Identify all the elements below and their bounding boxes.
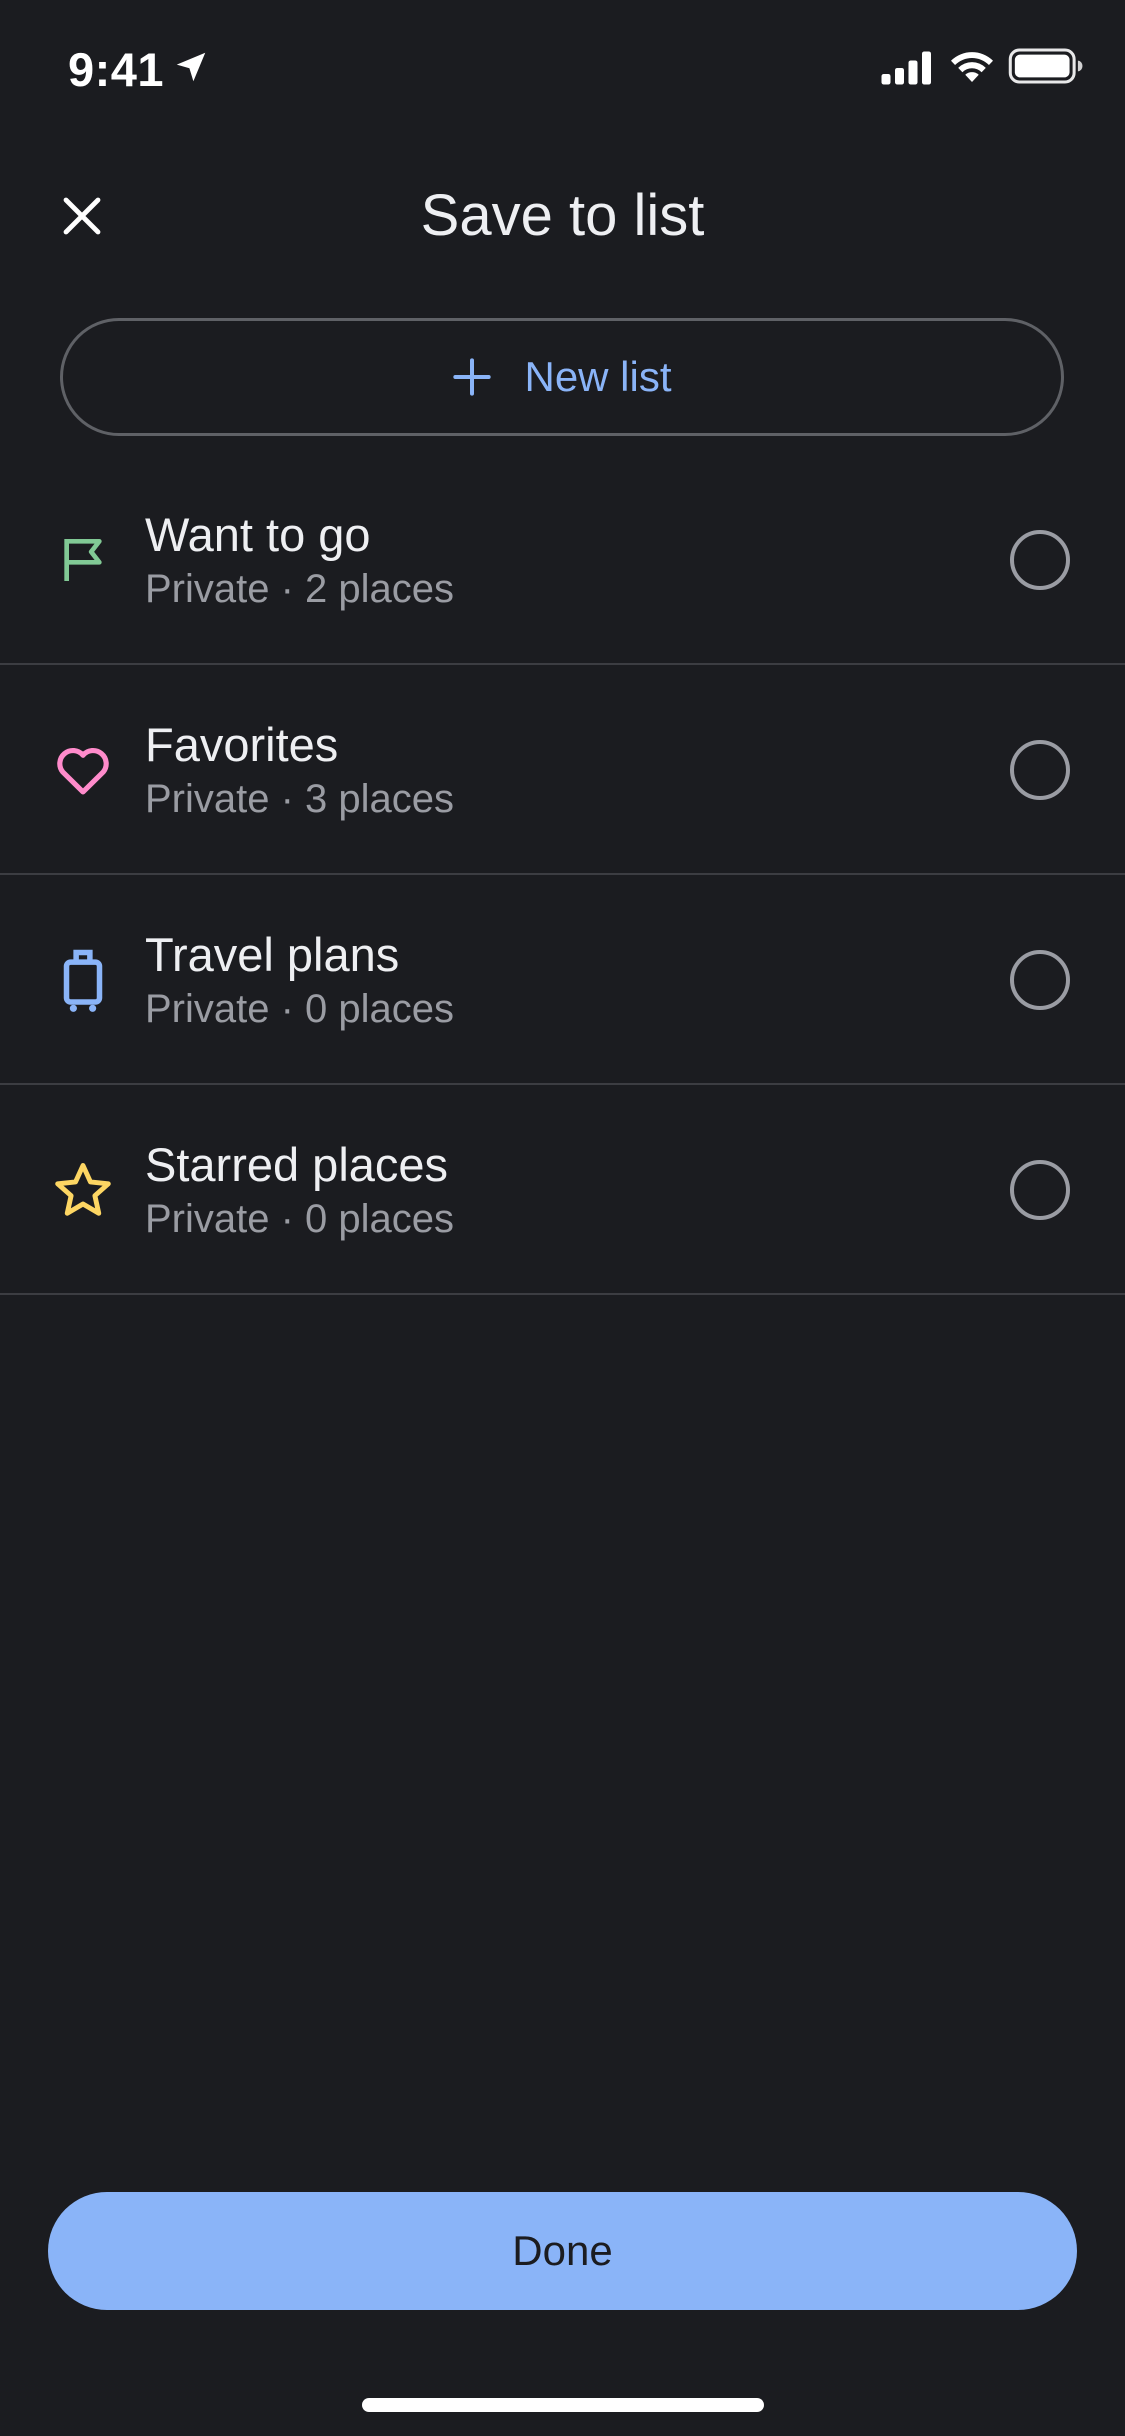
status-bar: 9:41 [0, 0, 1125, 140]
radio-button[interactable] [1010, 740, 1070, 800]
new-list-button[interactable]: New list [60, 318, 1064, 436]
list-item-title: Starred places [145, 1138, 449, 1191]
list-item-travel-plans[interactable]: Travel plans Private · 0 places [0, 875, 1125, 1085]
list-item-favorites[interactable]: Favorites Private · 3 places [0, 665, 1125, 875]
battery-icon [1008, 48, 1083, 84]
star-icon [50, 1157, 116, 1223]
list-item-subtitle: Private · 2 places [145, 567, 455, 611]
list-item-subtitle: Private · 0 places [145, 1197, 455, 1241]
flag-icon [50, 527, 116, 593]
list-item-title: Travel plans [145, 928, 400, 981]
heart-icon [50, 737, 116, 803]
location-arrow-icon [176, 52, 206, 82]
save-to-list-screen: 9:41 Save to list New list Want to go Pr… [0, 0, 1125, 2436]
radio-button[interactable] [1010, 950, 1070, 1010]
wifi-icon [951, 52, 993, 82]
radio-button[interactable] [1010, 1160, 1070, 1220]
saved-lists: Want to go Private · 2 places Favorites … [0, 455, 1125, 1295]
signal-icon [881, 51, 931, 85]
list-item-subtitle: Private · 3 places [145, 777, 455, 821]
list-item-starred-places[interactable]: Starred places Private · 0 places [0, 1085, 1125, 1295]
suitcase-icon [50, 947, 116, 1013]
home-indicator[interactable] [362, 2398, 764, 2412]
status-time: 9:41 [68, 43, 165, 96]
list-item-title: Want to go [145, 508, 371, 561]
header: Save to list [0, 160, 1125, 270]
plus-icon [453, 358, 492, 396]
list-item-want-to-go[interactable]: Want to go Private · 2 places [0, 455, 1125, 665]
list-item-title: Favorites [145, 718, 339, 771]
done-label: Done [512, 2227, 613, 2274]
done-button[interactable]: Done [48, 2192, 1077, 2310]
list-item-subtitle: Private · 0 places [145, 987, 455, 1031]
radio-button[interactable] [1010, 530, 1070, 590]
page-title: Save to list [420, 183, 705, 248]
new-list-label: New list [524, 353, 672, 400]
